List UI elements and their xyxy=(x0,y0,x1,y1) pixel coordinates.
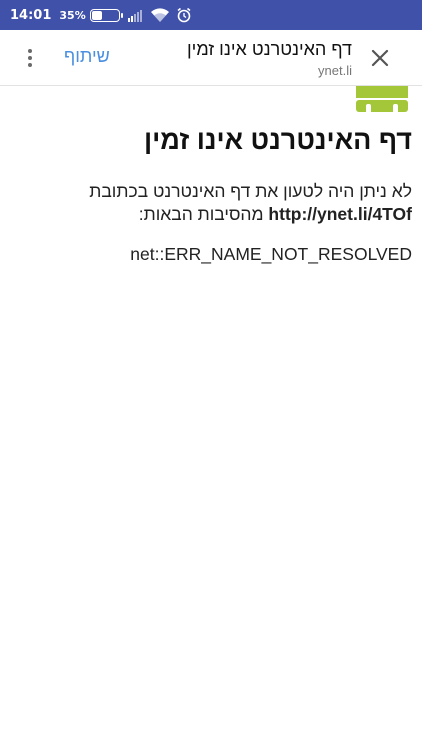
error-heading: דף האינטרנט אינו זמין xyxy=(143,125,412,155)
error-url: http://ynet.li/4TOf xyxy=(268,204,412,224)
battery-fill xyxy=(91,10,102,20)
battery-percent: 35% xyxy=(59,8,86,22)
status-bar: 14:01 35% xyxy=(0,0,422,30)
message-suffix: מהסיבות הבאות: xyxy=(138,204,264,224)
close-icon[interactable] xyxy=(368,44,392,72)
message-prefix: לא ניתן היה לטעון את דף האינטרנט בכתובת xyxy=(89,181,412,201)
custom-tab-toolbar: שיתוף דף האינטרנט אינו זמין ynet.li xyxy=(0,30,422,86)
battery-icon xyxy=(89,8,123,22)
alarm-icon xyxy=(177,7,191,23)
clock: 14:01 xyxy=(10,7,52,23)
toolbar-page-title: דף האינטרנט אינו זמין xyxy=(186,39,352,59)
android-icon xyxy=(356,86,408,114)
error-message: לא ניתן היה לטעון את דף האינטרנט בכתובת … xyxy=(12,180,412,226)
error-code: net::ERR_NAME_NOT_RESOLVED xyxy=(130,244,412,264)
signal-icon xyxy=(127,9,142,22)
more-vertical-icon[interactable] xyxy=(18,44,42,72)
share-button[interactable]: שיתוף xyxy=(64,46,110,67)
toolbar-domain: ynet.li xyxy=(318,63,352,78)
wifi-icon xyxy=(150,8,169,22)
